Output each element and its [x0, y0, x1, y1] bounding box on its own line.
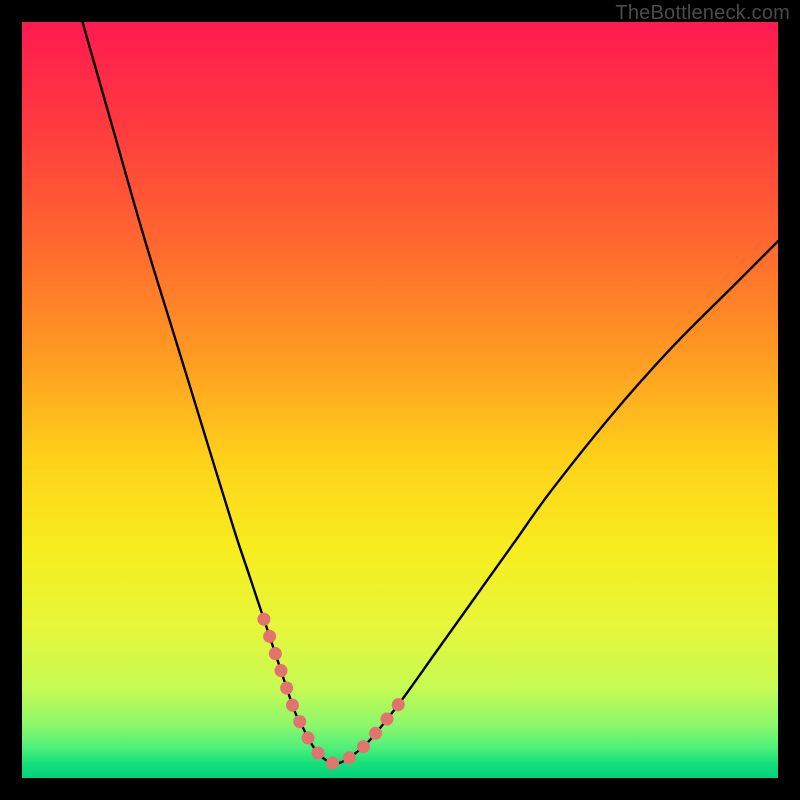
curve-layer [22, 22, 778, 778]
bottleneck-curve [83, 22, 779, 763]
bottleneck-curve-accent [264, 619, 400, 763]
chart-frame: TheBottleneck.com [0, 0, 800, 800]
plot-area [22, 22, 778, 778]
